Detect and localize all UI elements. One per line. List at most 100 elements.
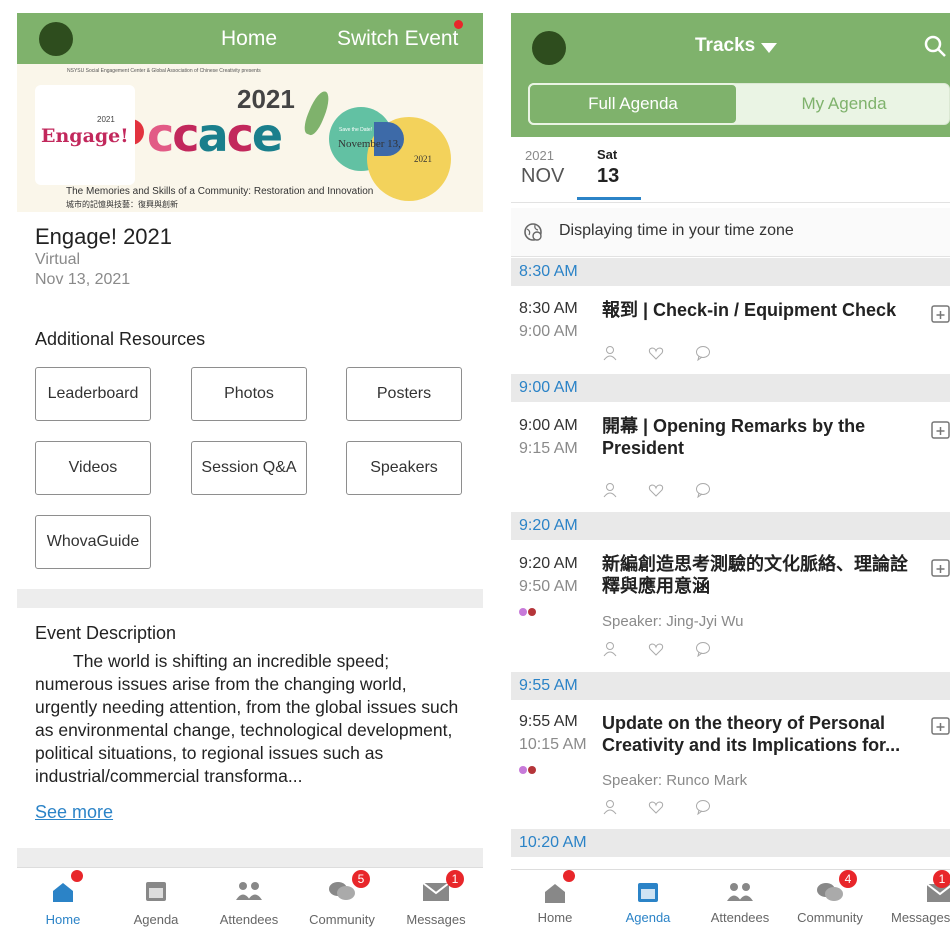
add-to-calendar-icon[interactable] bbox=[931, 716, 950, 735]
attendees-icon bbox=[236, 882, 262, 900]
tab-attendees[interactable]: Attendees bbox=[203, 868, 295, 933]
section-divider bbox=[17, 848, 483, 867]
heart-icon[interactable] bbox=[648, 799, 664, 815]
tab-label: Agenda bbox=[625, 910, 671, 925]
header-title: Home bbox=[220, 27, 278, 50]
calendar-icon bbox=[146, 882, 166, 901]
banner-save-date: Save the Date! bbox=[339, 127, 373, 133]
posters-button[interactable]: Posters bbox=[346, 367, 462, 421]
track-color-dots bbox=[519, 603, 537, 621]
home-badge-dot bbox=[563, 870, 575, 882]
time-band-label: 10:20 AM bbox=[519, 834, 587, 851]
time-band: 10:20 AM bbox=[511, 829, 950, 857]
home-badge-dot bbox=[71, 870, 83, 882]
description-title: Event Description bbox=[35, 623, 177, 643]
time-band-label: 9:55 AM bbox=[519, 677, 578, 694]
tab-bar: Home Agenda Attendees 4 Community 1 Mess… bbox=[511, 869, 950, 933]
switch-event-button[interactable]: Switch Event bbox=[337, 27, 458, 51]
section-divider bbox=[17, 589, 483, 608]
agenda-header: Tracks Full Agenda My Agenda bbox=[511, 13, 950, 137]
tab-home[interactable]: Home bbox=[511, 870, 599, 933]
caret-down-icon[interactable] bbox=[761, 43, 777, 53]
session-qa-button[interactable]: Session Q&A bbox=[191, 441, 307, 495]
home-header: Home Switch Event bbox=[17, 13, 483, 64]
attendees-icon bbox=[727, 883, 753, 901]
selected-date-underline bbox=[577, 197, 641, 200]
tab-agenda[interactable]: Agenda bbox=[109, 868, 203, 933]
agenda-screen: Tracks Full Agenda My Agenda 2021 NOV Sa… bbox=[511, 13, 950, 933]
logo-text: Engage! bbox=[41, 125, 129, 147]
whovaguide-button[interactable]: WhovaGuide bbox=[35, 515, 151, 569]
person-icon[interactable] bbox=[602, 641, 618, 657]
messages-badge: 1 bbox=[446, 870, 464, 888]
heart-icon[interactable] bbox=[648, 345, 664, 361]
full-agenda-tab[interactable]: Full Agenda bbox=[528, 83, 738, 125]
tab-community[interactable]: 4 Community bbox=[783, 870, 877, 933]
session-title[interactable]: 開幕 | Opening Remarks by the President bbox=[602, 415, 920, 459]
track-dot bbox=[528, 766, 536, 774]
tab-community[interactable]: 5 Community bbox=[295, 868, 389, 933]
session-title[interactable]: 新編創造思考測驗的文化脈絡、理論詮釋與應用意涵 bbox=[602, 553, 920, 597]
speakers-button[interactable]: Speakers bbox=[346, 441, 462, 495]
add-to-calendar-icon[interactable] bbox=[931, 420, 950, 439]
session-start: 9:55 AM bbox=[519, 713, 578, 730]
heart-icon[interactable] bbox=[648, 482, 664, 498]
search-icon[interactable] bbox=[924, 35, 946, 57]
tab-label: Messages bbox=[406, 912, 466, 927]
banner-date-month: November 13, bbox=[338, 138, 401, 150]
heart-icon[interactable] bbox=[648, 641, 664, 657]
session-start: 8:30 AM bbox=[519, 300, 578, 317]
home-icon bbox=[53, 883, 73, 902]
time-band: 9:00 AM bbox=[511, 374, 950, 402]
home-icon bbox=[545, 884, 565, 903]
globe-clock-icon bbox=[524, 223, 542, 241]
time-band: 9:20 AM bbox=[511, 512, 950, 540]
session-title[interactable]: Update on the theory of Personal Creativ… bbox=[602, 712, 920, 756]
session-speaker[interactable]: Speaker: Runco Mark bbox=[602, 772, 747, 789]
community-badge: 5 bbox=[352, 870, 370, 888]
session-speaker[interactable]: Speaker: Jing-Jyi Wu bbox=[602, 613, 743, 630]
notification-dot bbox=[454, 20, 463, 29]
person-icon[interactable] bbox=[602, 345, 618, 361]
tab-label: Community bbox=[797, 910, 863, 925]
tab-messages[interactable]: 1 Messages bbox=[389, 868, 483, 933]
person-icon[interactable] bbox=[602, 482, 618, 498]
calendar-icon bbox=[638, 883, 658, 902]
add-to-calendar-icon[interactable] bbox=[931, 304, 950, 323]
tab-attendees[interactable]: Attendees bbox=[697, 870, 783, 933]
my-agenda-tab[interactable]: My Agenda bbox=[738, 83, 950, 125]
tab-label: Attendees bbox=[710, 910, 770, 925]
time-band-label: 9:20 AM bbox=[519, 517, 578, 534]
leaderboard-button[interactable]: Leaderboard bbox=[35, 367, 151, 421]
session-end: 9:00 AM bbox=[519, 323, 578, 340]
tracks-dropdown[interactable]: Tracks bbox=[695, 35, 755, 57]
time-band-label: 9:00 AM bbox=[519, 379, 578, 396]
videos-button[interactable]: Videos bbox=[35, 441, 151, 495]
banner-sponsors: NSYSU Social Engagement Center & Global … bbox=[67, 68, 261, 74]
home-screen: Home Switch Event NSYSU Social Engagemen… bbox=[17, 13, 483, 933]
comment-icon[interactable] bbox=[695, 482, 711, 498]
avatar[interactable] bbox=[532, 31, 566, 65]
time-band-label: 8:30 AM bbox=[519, 263, 578, 280]
tab-label: Home bbox=[45, 912, 81, 927]
resources-title: Additional Resources bbox=[35, 329, 206, 349]
person-icon[interactable] bbox=[602, 799, 618, 815]
comment-icon[interactable] bbox=[695, 345, 711, 361]
comment-icon[interactable] bbox=[695, 641, 711, 657]
logo-sup: 2021 bbox=[97, 115, 115, 124]
see-more-link[interactable]: See more bbox=[35, 802, 113, 823]
comment-icon[interactable] bbox=[695, 799, 711, 815]
banner-date-year: 2021 bbox=[414, 154, 432, 164]
session-title[interactable]: 報到 | Check-in / Equipment Check bbox=[602, 299, 920, 321]
add-to-calendar-icon[interactable] bbox=[931, 558, 950, 577]
photos-button[interactable]: Photos bbox=[191, 367, 307, 421]
tab-home[interactable]: Home bbox=[17, 868, 109, 933]
event-logo: 2021 Engage! bbox=[35, 85, 135, 185]
track-dot bbox=[519, 766, 527, 774]
avatar[interactable] bbox=[39, 22, 73, 56]
date-day-name[interactable]: Sat bbox=[597, 147, 617, 162]
date-day-number[interactable]: 13 bbox=[597, 165, 619, 188]
tab-messages[interactable]: 1 Messages bbox=[877, 870, 950, 933]
event-date: Nov 13, 2021 bbox=[35, 271, 131, 288]
tab-agenda[interactable]: Agenda bbox=[599, 870, 697, 933]
